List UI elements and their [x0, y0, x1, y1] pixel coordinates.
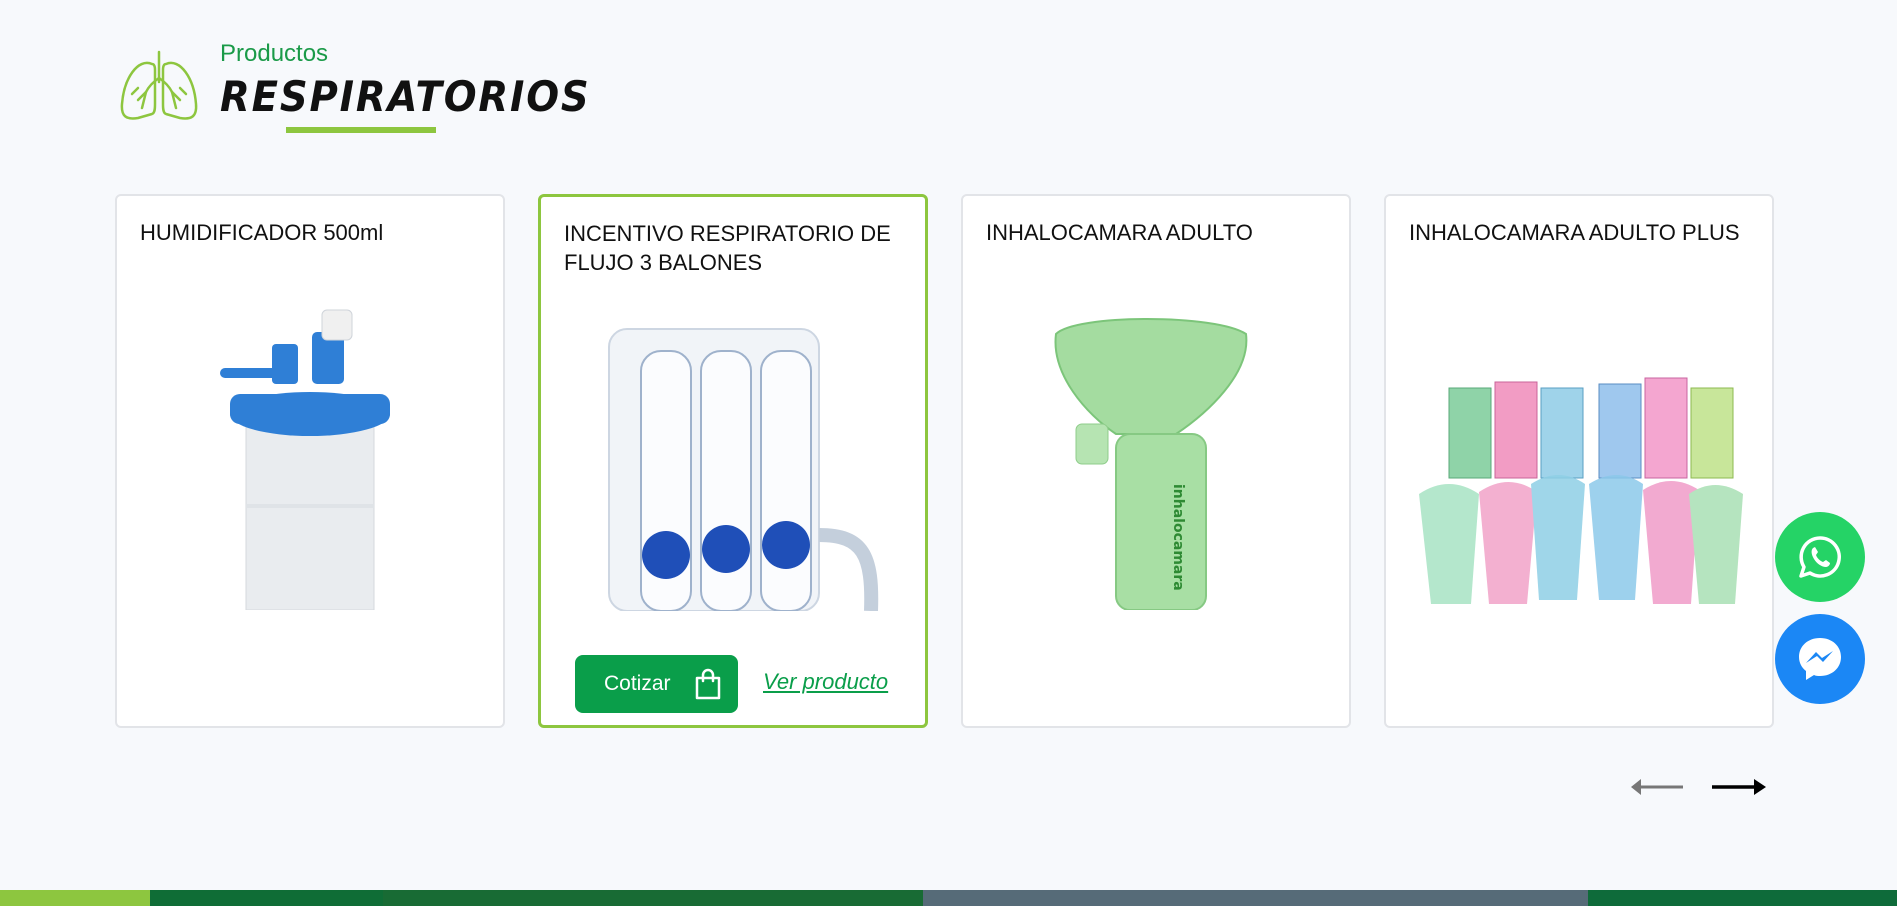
whatsapp-icon [1799, 536, 1841, 578]
product-card[interactable]: INHALOCAMARA ADULTO inhalocamara [961, 194, 1351, 728]
whatsapp-button[interactable] [1775, 512, 1865, 602]
shopping-bag-icon [695, 668, 721, 700]
lungs-icon [120, 50, 198, 120]
section-eyebrow: Productos [220, 40, 329, 67]
arrow-left-icon[interactable] [1627, 776, 1685, 798]
product-card-active[interactable]: INCENTIVO RESPIRATORIO DE FLUJO 3 BALONE… [538, 194, 928, 728]
humidifier-image [117, 304, 503, 610]
product-card[interactable]: INHALOCAMARA ADULTO PLUS [1384, 194, 1774, 728]
messenger-icon [1799, 638, 1841, 680]
arrow-right-icon[interactable] [1710, 776, 1768, 798]
incentive-spirometer-image [541, 305, 925, 611]
ver-producto-link[interactable]: Ver producto [763, 669, 888, 695]
footer-banner-strip [0, 890, 1897, 906]
product-title: HUMIDIFICADOR 500ml [140, 220, 384, 245]
title-underline [286, 127, 436, 133]
product-card[interactable]: HUMIDIFICADOR 500ml [115, 194, 505, 728]
product-carousel: HUMIDIFICADOR 500ml INCENTIVO RESPIRATOR… [115, 194, 1780, 732]
section-header: Productos RESPIRATORIOS [118, 38, 589, 138]
inhaler-chamber-set-image [1386, 304, 1772, 610]
section-title: RESPIRATORIOS [220, 72, 591, 121]
product-title: INHALOCAMARA ADULTO [986, 220, 1253, 245]
product-title: INCENTIVO RESPIRATORIO DE FLUJO 3 BALONE… [564, 221, 891, 275]
cotizar-label: Cotizar [604, 672, 671, 695]
inhaler-chamber-image: inhalocamara [963, 304, 1349, 610]
product-title: INHALOCAMARA ADULTO PLUS [1409, 220, 1740, 245]
cotizar-button[interactable]: Cotizar [575, 655, 738, 713]
inhalocamara-image-text: inhalocamara [1170, 484, 1186, 591]
messenger-button[interactable] [1775, 614, 1865, 704]
